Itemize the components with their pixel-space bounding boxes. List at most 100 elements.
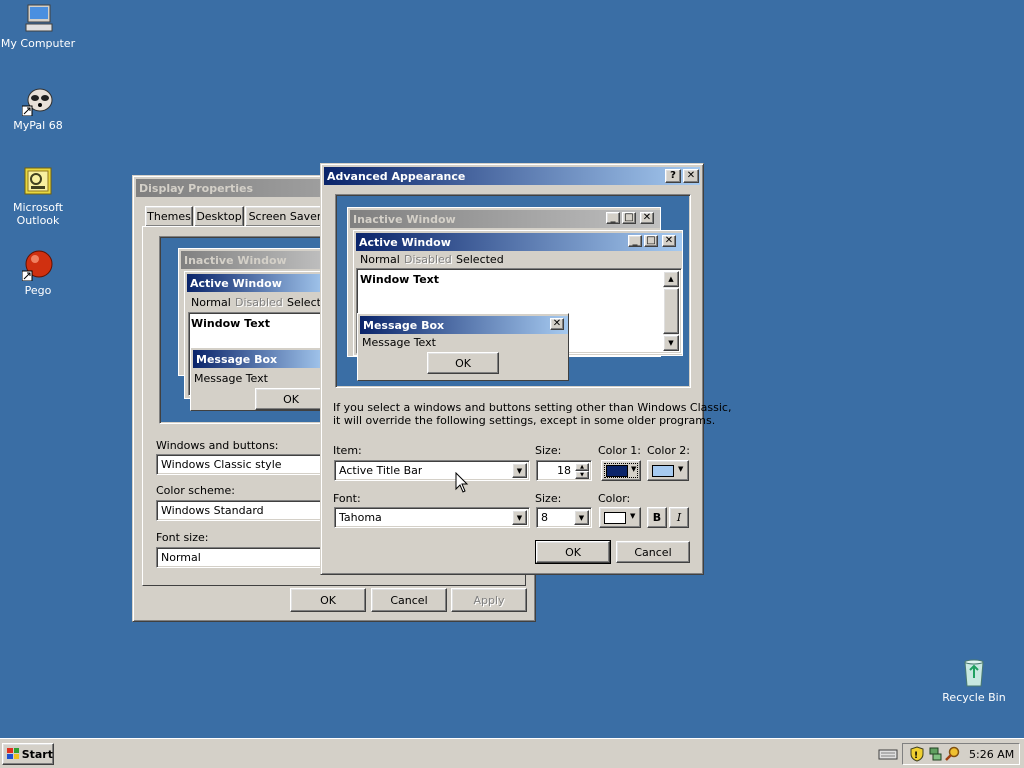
button-label: Cancel	[634, 545, 672, 559]
preview-menu-disabled: Disabled	[235, 296, 283, 309]
button-label: Apply	[473, 593, 505, 607]
spin-up-icon[interactable]: ▲	[575, 463, 589, 471]
font-size-label: Font size:	[156, 531, 209, 544]
desktop-icon-mypal[interactable]: MyPal 68	[0, 84, 76, 132]
clock[interactable]: 5:26 AM	[969, 748, 1014, 761]
preview-window-text: Window Text	[360, 273, 440, 286]
italic-toggle[interactable]: I	[669, 507, 689, 528]
preview-inactive-title: Inactive Window	[181, 251, 327, 269]
network-icon[interactable]	[927, 746, 943, 765]
preview-msgbox-title: Message Box	[193, 350, 327, 368]
tab-label: Desktop	[196, 210, 242, 223]
minimize-icon: _	[606, 212, 620, 224]
bold-icon: B	[652, 511, 662, 524]
select-value: Active Title Bar	[339, 464, 423, 477]
desktop-icon-pego[interactable]: Pego	[0, 249, 76, 297]
chevron-down-icon[interactable]: ▼	[512, 463, 527, 478]
preview-msgbox-text: Message Text	[194, 372, 268, 385]
preview-title-text: Inactive Window	[184, 253, 287, 267]
preview-message-box: Message Box ✕ Message Text OK	[357, 313, 569, 381]
bold-toggle[interactable]: B	[647, 507, 667, 528]
desktop-icon-outlook[interactable]: Microsoft Outlook	[0, 166, 76, 227]
close-button[interactable]: ✕	[683, 169, 699, 183]
spin-down-icon[interactable]: ▼	[575, 471, 589, 479]
preview-window-text: Window Text	[191, 317, 271, 330]
desktop-icon-label: Recycle Bin	[942, 691, 1006, 704]
button-label: OK	[455, 356, 471, 370]
start-button[interactable]: Start	[2, 743, 54, 765]
font-size-select[interactable]: Normal	[156, 547, 326, 568]
search-icon[interactable]	[945, 746, 961, 765]
pego-icon	[22, 249, 54, 281]
cancel-button[interactable]: Cancel	[371, 588, 447, 612]
preview-title-text: Active Window	[359, 235, 451, 249]
tab-themes[interactable]: Themes	[145, 206, 193, 226]
window-title: Advanced Appearance	[327, 169, 466, 183]
item-size-spinner[interactable]: 18 ▲ ▼	[536, 460, 592, 481]
desktop-icon-label: Pego	[24, 284, 52, 297]
preview-title-text: Message Box	[363, 318, 445, 332]
my-computer-icon	[22, 2, 54, 34]
font-size-label: Size:	[535, 492, 562, 505]
button-label: OK	[565, 545, 581, 559]
font-size-select[interactable]: 8 ▼	[536, 507, 592, 528]
keyboard-icon[interactable]	[878, 747, 898, 761]
taskbar: Start ! 5:26 AM	[0, 738, 1024, 768]
desktop-icon-label: Microsoft Outlook	[12, 201, 64, 227]
preview-active-title: Active Window	[187, 274, 328, 292]
chevron-down-icon[interactable]: ▼	[574, 510, 589, 525]
windows-buttons-select[interactable]: Windows Classic style	[156, 454, 326, 475]
button-label: OK	[320, 593, 336, 607]
tab-label: Themes	[147, 210, 191, 223]
window-title: Display Properties	[139, 181, 254, 195]
select-value: Normal	[161, 551, 201, 564]
chevron-down-icon: ▼	[631, 465, 637, 473]
color2-picker[interactable]: ▼	[647, 460, 689, 481]
preview-menu-disabled: Disabled	[404, 253, 452, 266]
tab-screen-saver[interactable]: Screen Saver	[245, 206, 325, 226]
preview-scrollbar: ▲ ▼	[663, 271, 679, 351]
tab-label: Screen Saver	[248, 210, 322, 223]
security-shield-icon[interactable]: !	[909, 746, 925, 765]
help-icon: ?	[670, 170, 676, 181]
preview-msgbox-text: Message Text	[362, 336, 436, 349]
item-select[interactable]: Active Title Bar ▼	[334, 460, 530, 481]
preview-title-text: Message Box	[196, 352, 278, 366]
preview-message-box: Message Box Message Text OK	[190, 347, 328, 411]
font-label: Font:	[333, 492, 361, 505]
color1-picker[interactable]: ▼	[601, 460, 641, 481]
svg-text:!: !	[914, 751, 918, 761]
close-icon: ✕	[686, 170, 696, 181]
apply-button[interactable]: Apply	[451, 588, 527, 612]
font-color-picker[interactable]: ▼	[599, 507, 641, 528]
outlook-icon	[22, 166, 54, 198]
color1-swatch	[606, 465, 628, 477]
ok-button[interactable]: OK	[290, 588, 366, 612]
chevron-down-icon: ▼	[630, 512, 636, 520]
advanced-appearance-window: Advanced Appearance ? ✕ Inactive Window …	[320, 163, 731, 575]
preview-msgbox-title: Message Box	[360, 316, 568, 334]
font-select[interactable]: Tahoma ▼	[334, 507, 530, 528]
advanced-preview: Inactive Window _ □ ✕ Active Window _ □ …	[335, 194, 691, 388]
advanced-appearance-titlebar[interactable]: Advanced Appearance	[324, 167, 700, 185]
chevron-down-icon: ▼	[678, 465, 684, 473]
cancel-button[interactable]: Cancel	[616, 541, 690, 563]
maximize-icon: □	[644, 235, 658, 247]
ok-button[interactable]: OK	[535, 540, 611, 564]
recycle-bin-icon	[958, 656, 990, 688]
desktop-icon-recycle-bin[interactable]: Recycle Bin	[936, 656, 1012, 704]
chevron-down-icon[interactable]: ▼	[512, 510, 527, 525]
color-scheme-select[interactable]: Windows Standard	[156, 500, 326, 521]
mouse-cursor-icon	[455, 472, 469, 493]
tab-desktop[interactable]: Desktop	[194, 206, 244, 226]
scroll-down-icon: ▼	[663, 335, 679, 351]
preview-ok-button: OK	[427, 352, 499, 374]
close-icon: ✕	[550, 318, 564, 330]
maximize-icon: □	[622, 212, 636, 224]
appearance-preview: Inactive Window Active Window Normal Dis…	[159, 236, 329, 424]
desktop-icon-my-computer[interactable]: My Computer	[0, 2, 76, 50]
preview-menu-normal: Normal	[360, 253, 400, 266]
color2-swatch	[652, 465, 674, 477]
italic-icon: I	[676, 511, 682, 524]
help-button[interactable]: ?	[665, 169, 681, 183]
